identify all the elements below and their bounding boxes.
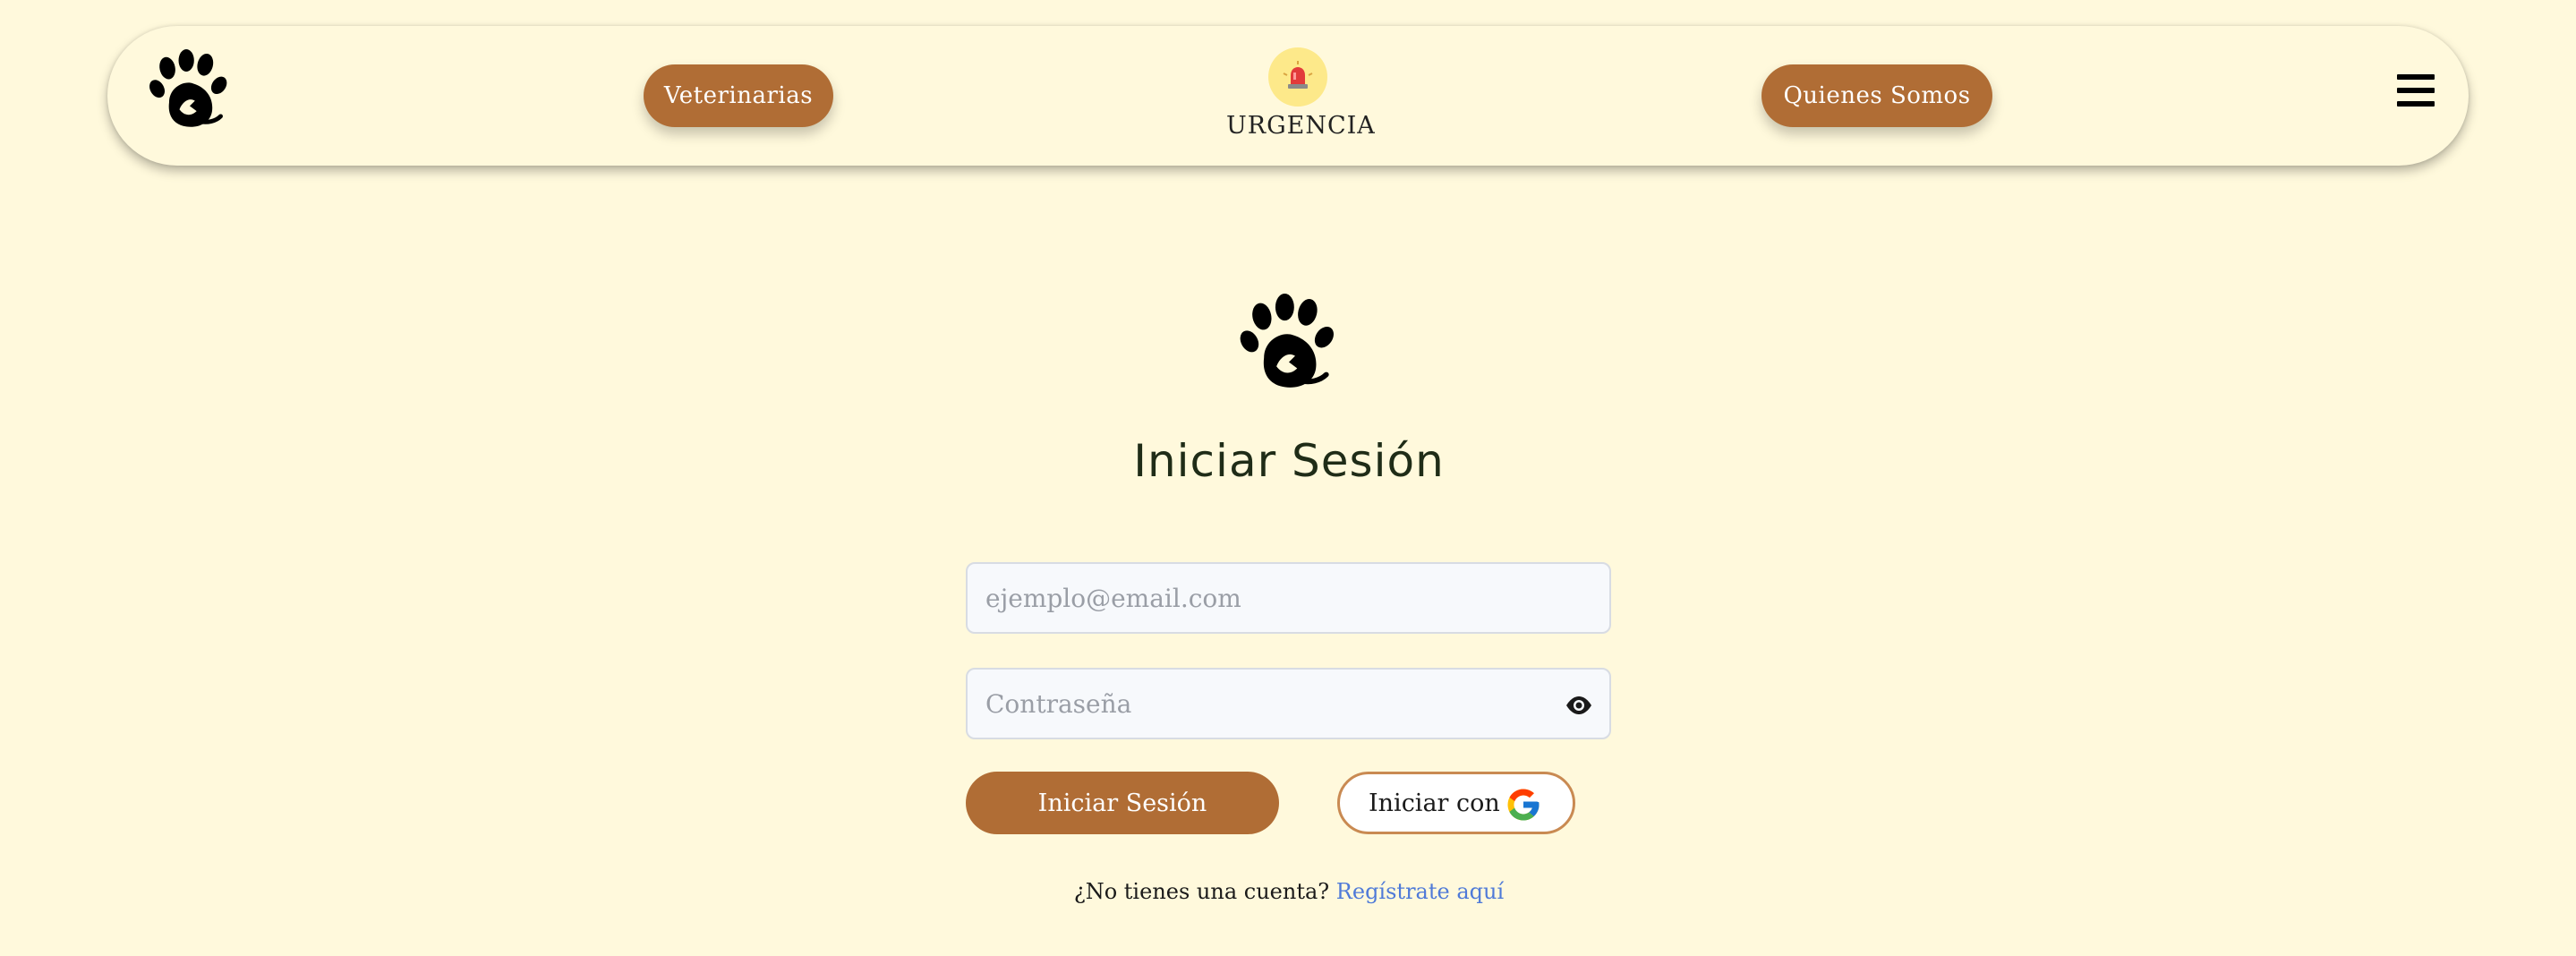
quienes-somos-nav-button[interactable]: Quienes Somos: [1761, 64, 1992, 127]
paw-dog-logo-icon: [1240, 294, 1334, 388]
signup-prompt: ¿No tienes una cuenta? Regístrate aquí: [967, 879, 1611, 904]
password-field[interactable]: [968, 670, 1609, 738]
urgency-label: URGENCIA: [1226, 112, 1376, 140]
password-field-container: [966, 668, 1611, 739]
eye-icon[interactable]: [1565, 691, 1593, 720]
urgency-badge: [1268, 47, 1327, 107]
menu-line: [2397, 88, 2435, 93]
signup-link[interactable]: Regístrate aquí: [1336, 879, 1504, 904]
veterinarias-nav-button[interactable]: Veterinarias: [644, 64, 833, 127]
login-title: Iniciar Sesión: [1133, 435, 1445, 487]
email-field[interactable]: [968, 564, 1609, 632]
menu-line: [2397, 74, 2435, 80]
email-field-container: [966, 562, 1611, 634]
hamburger-menu-icon[interactable]: [2397, 74, 2438, 115]
login-submit-button[interactable]: Iniciar Sesión: [966, 772, 1279, 834]
navbar: Veterinarias URGENCIA Quienes Somos: [107, 26, 2469, 166]
urgency-button[interactable]: URGENCIA: [1226, 47, 1376, 146]
google-login-label: Iniciar con: [1369, 790, 1500, 817]
siren-icon: [1283, 61, 1313, 89]
google-g-icon: [1507, 789, 1540, 821]
google-login-button[interactable]: Iniciar con: [1337, 772, 1575, 834]
menu-line: [2397, 101, 2435, 107]
signup-prompt-text: ¿No tienes una cuenta?: [1073, 879, 1330, 904]
paw-dog-logo-icon[interactable]: [147, 49, 233, 135]
